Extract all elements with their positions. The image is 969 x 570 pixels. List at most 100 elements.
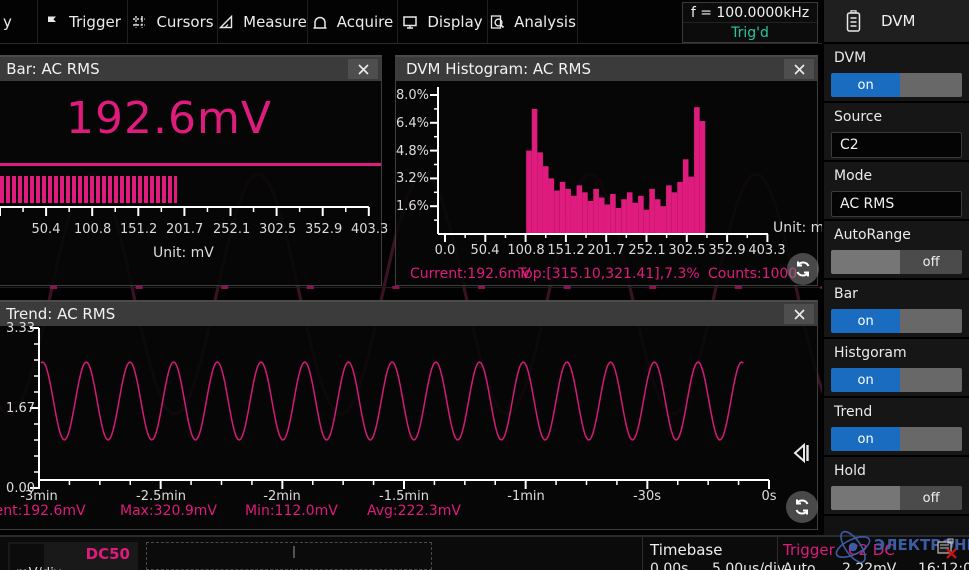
trigger-mode: Auto [783, 561, 816, 570]
menu-item-display[interactable]: Display [398, 0, 488, 43]
bar-axis-tick-label: 201.7 [166, 222, 202, 237]
menu-item-label: Acquire [337, 13, 394, 31]
histgoram-toggle[interactable]: on [831, 368, 962, 392]
menu-item-label: Display [427, 13, 482, 31]
trend-x-tick-label: -1min [496, 489, 556, 504]
refresh-icon [792, 497, 812, 517]
frequency-value: f = 100.0000kHz [683, 3, 817, 23]
histogram-x-tick-label: 403.3 [747, 243, 787, 258]
timebase-label[interactable]: Timebase [650, 541, 722, 559]
sidebar-title: DVM [881, 12, 916, 30]
histogram-x-tick-label: 252.1 [627, 243, 667, 258]
trigger-level: 2.22mV [842, 561, 896, 570]
toggle-off-half: off [900, 250, 962, 274]
toggle-off-half [900, 73, 962, 97]
trend-toggle[interactable]: on [831, 427, 962, 451]
trend-x-tick-label: -1.5min [374, 489, 434, 504]
menu-item-measure[interactable]: Measure [218, 0, 308, 43]
trend-y-tick-label: 1.67 [0, 401, 35, 416]
menu-item-y[interactable]: y [0, 0, 38, 43]
histogram-y-tick-label: 8.0% [396, 88, 428, 103]
toggle-on-half: on [831, 427, 900, 451]
bar-axis-tick-label: 151.2 [120, 222, 156, 237]
trigger-status: Trig'd [683, 23, 817, 42]
histogram-counts-stat: Counts:1000 [708, 266, 797, 282]
menu-item-label: Cursors [156, 13, 213, 31]
step-back-icon [790, 442, 812, 464]
toggle-on-half: on [831, 73, 900, 97]
timebase-scale: 5.00us/div [712, 561, 785, 570]
bar-toggle[interactable]: on [831, 309, 962, 333]
sidebar-section-trend: Trend on [824, 398, 969, 457]
sidebar-section-bar: Baron [824, 280, 969, 339]
bar-axis-tick-label: 302.5 [259, 222, 295, 237]
bar-unit-label: Unit: mV [153, 245, 214, 261]
digital-placeholder-box [146, 542, 432, 570]
autorange-toggle[interactable]: off [831, 250, 962, 274]
trend-x-tick-label: -30s [617, 489, 677, 504]
trend-refresh-button[interactable] [786, 491, 818, 523]
trend-y-tick-label: 3.33 [0, 321, 35, 336]
histogram-top-stat: Top:[315.10,321.41],7.3% [518, 266, 700, 282]
menu-item-label: Measure [243, 13, 307, 31]
source-value[interactable]: C2 [831, 132, 962, 158]
trend-min-stat: Min:112.0mV [245, 503, 338, 519]
menu-item-label: Analysis [514, 13, 576, 31]
channel-descriptor-box[interactable]: DC50 mV/div [8, 542, 138, 570]
bar-axis-tick-label: 403.3 [351, 222, 387, 237]
timebase-value: 0.00s [650, 561, 688, 570]
menu-item-acquire[interactable]: Acquire [308, 0, 398, 43]
dvm-bar-panel: DVM Bar: AC RMS 192.6mV 50.4100.8151.220… [0, 55, 382, 286]
menu-item-trigger[interactable]: Trigger [38, 0, 128, 43]
refresh-icon [793, 259, 813, 279]
histogram-y-tick-label: 1.6% [396, 199, 428, 214]
bar-axis-tick-label: 100.8 [74, 222, 110, 237]
display-icon [402, 14, 418, 30]
sidebar-section-hold: Holdoff [824, 457, 969, 516]
cursors-icon [131, 14, 147, 30]
placeholder-marker [147, 543, 431, 569]
trend-current-stat: Current:192.6mV [0, 503, 86, 519]
frequency-readout: f = 100.0000kHz Trig'd [682, 2, 818, 43]
sidebar-section-label: AutoRange [824, 221, 969, 243]
histogram-refresh-button[interactable] [787, 253, 819, 285]
trend-max-stat: Max:320.9mV [120, 503, 217, 519]
histogram-current-stat: Current:192.6mV [410, 266, 531, 282]
dvm-trend-panel: DVM Trend: AC RMS 3.331.670.00-3min-2.5m… [0, 300, 818, 530]
dvm-settings-sidebar: DVM DVMonSourceC2ModeAC RMSAutoRangeoffB… [822, 0, 969, 535]
bar-axis-tick-label: 50.4 [28, 222, 64, 237]
menu-item-label: Trigger [69, 13, 121, 31]
histogram-y-tick-label: 6.4% [396, 116, 428, 131]
toggle-on-half: on [831, 309, 900, 333]
histogram-x-tick-label: 352.9 [707, 243, 747, 258]
sidebar-section-autorange: AutoRange off [824, 221, 969, 280]
histogram-x-tick-label: 0.0 [425, 243, 465, 258]
channel-scale: mV/div [16, 566, 62, 570]
histogram-y-tick-label: 3.2% [396, 171, 428, 186]
histogram-x-tick-label: 201.7 [586, 243, 626, 258]
trend-step-button[interactable] [788, 440, 814, 466]
sidebar-header: DVM [824, 0, 969, 44]
measure-icon [218, 14, 234, 30]
histogram-unit-label: Unit: mV [773, 220, 822, 236]
menu-item-analysis[interactable]: Analysis [488, 0, 578, 43]
menu-item-cursors[interactable]: Cursors [128, 0, 218, 43]
sidebar-section-label: Trend [824, 398, 969, 420]
toggle-off-half [900, 368, 962, 392]
mode-value[interactable]: AC RMS [831, 191, 962, 217]
toggle-off-half [900, 309, 962, 333]
trend-x-tick-label: -2min [252, 489, 312, 504]
trigger-label[interactable]: Trigger [783, 541, 835, 559]
flag-icon [44, 14, 60, 30]
histogram-y-tick-label: 4.8% [396, 144, 428, 159]
hold-toggle[interactable]: off [831, 486, 962, 510]
toggle-on-half: on [831, 368, 900, 392]
dvm-toggle[interactable]: on [831, 73, 962, 97]
toggle-off-half: off [900, 486, 962, 510]
histogram-x-tick-label: 151.2 [546, 243, 586, 258]
sidebar-section-histgoram: Histgoramon [824, 339, 969, 398]
toggle-on-half [831, 250, 900, 274]
sidebar-section-dvm: DVMon [824, 44, 969, 103]
dvm-histogram-panel: DVM Histogram: AC RMS 8.0%6.4%4.8%3.2%1.… [395, 55, 818, 286]
sidebar-section-label: Source [824, 103, 969, 125]
